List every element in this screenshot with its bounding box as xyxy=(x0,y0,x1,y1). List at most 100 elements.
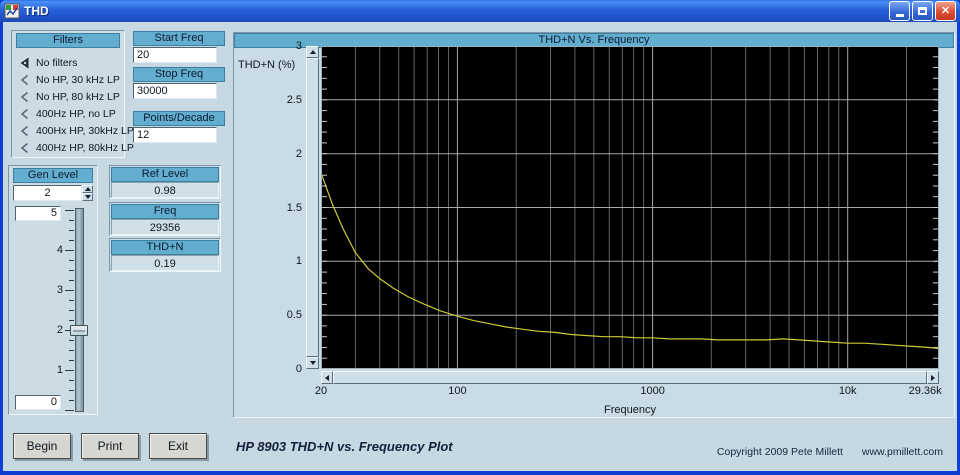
copyright-label: Copyright 2009 Pete Millett xyxy=(716,446,843,458)
print-button[interactable]: Print xyxy=(81,433,139,459)
filter-option-2[interactable]: No HP, 80 kHz LP xyxy=(19,89,120,105)
minimize-button[interactable] xyxy=(889,1,910,21)
x-tick-label: 10k xyxy=(838,385,857,397)
slider-tick xyxy=(69,230,74,231)
left-arrow-icon xyxy=(325,374,329,381)
y-tick-label: 0.5 xyxy=(286,309,302,322)
up-arrow-icon xyxy=(309,50,316,54)
slider-handle[interactable] xyxy=(70,325,88,336)
right-arrow-icon xyxy=(931,374,935,381)
website-link[interactable]: www.pmillett.com xyxy=(862,446,943,458)
slider-min-field[interactable]: 0 xyxy=(15,395,61,410)
slider-tick xyxy=(69,340,74,341)
plot-area xyxy=(321,46,939,369)
ref-level-value: 0.98 xyxy=(111,182,219,198)
slider-tick xyxy=(69,400,74,401)
ref-level-header: Ref Level xyxy=(111,167,219,182)
y-tick-label: 2 xyxy=(295,147,302,160)
plot-horizontal-scrollbar[interactable] xyxy=(321,371,939,384)
maximize-icon xyxy=(918,7,927,15)
scroll-left-button[interactable] xyxy=(321,371,333,384)
x-tick-label: 29.36k xyxy=(908,385,942,397)
slider-tick xyxy=(69,360,74,361)
exit-button[interactable]: Exit xyxy=(149,433,207,459)
slider-tick xyxy=(65,410,74,411)
scroll-up-button[interactable] xyxy=(306,46,319,58)
filter-option-1[interactable]: No HP, 30 kHz LP xyxy=(19,72,120,88)
filter-option-0[interactable]: No filters xyxy=(19,55,77,71)
x-tick-label: 1000 xyxy=(640,385,665,397)
window-content: Filters No filters No HP, 30 kHz LP No HP,… xyxy=(3,22,957,471)
freq-indicator: Freq 29356 xyxy=(109,202,221,236)
down-arrow-icon xyxy=(84,195,91,199)
slider-tick xyxy=(69,390,74,391)
filter-option-label: 400Hz HP, no LP xyxy=(36,108,116,120)
begin-button[interactable]: Begin xyxy=(13,433,71,459)
slider-tick xyxy=(65,250,74,251)
filters-panel: Filters No filters No HP, 30 kHz LP No HP,… xyxy=(11,30,134,158)
plot-vertical-scrollbar[interactable] xyxy=(306,46,319,369)
slider-tick xyxy=(69,240,74,241)
thd-frequency-chart: THD+N Vs. Frequency THD+N (%) 0 0.5 1 1.5 2 2… xyxy=(233,32,955,418)
filter-option-label: No filters xyxy=(36,57,78,69)
slider-max-field[interactable]: 5 xyxy=(15,206,61,221)
slider-tick xyxy=(69,310,74,311)
freq-header: Freq xyxy=(111,204,219,219)
y-axis-label: THD+N (%) xyxy=(238,59,296,71)
y-tick-label: 1 xyxy=(295,255,302,268)
close-icon: ✕ xyxy=(940,5,951,17)
vertical-scroll-thumb[interactable] xyxy=(306,58,319,357)
start-freq-header: Start Freq xyxy=(133,31,225,46)
radio-selected-icon xyxy=(20,57,29,69)
slider-tick xyxy=(65,370,74,371)
ref-level-indicator: Ref Level 0.98 xyxy=(109,165,221,199)
stop-freq-input[interactable] xyxy=(133,83,217,99)
y-tick-label: 3 xyxy=(295,40,302,52)
maximize-button[interactable] xyxy=(912,1,933,21)
filter-option-label: No HP, 80 kHz LP xyxy=(36,91,120,103)
filter-option-5[interactable]: 400Hz HP, 80kHz LP xyxy=(19,140,134,156)
gen-level-increment-button[interactable] xyxy=(82,185,93,193)
slider-tick-label: 3 xyxy=(56,284,63,296)
slider-tick xyxy=(69,280,74,281)
title-bar[interactable]: THD ✕ xyxy=(0,0,960,22)
slider-tick xyxy=(65,290,74,291)
radio-unselected-icon xyxy=(20,108,29,120)
slider-tick-label: 1 xyxy=(56,364,63,376)
close-button[interactable]: ✕ xyxy=(935,1,956,21)
stop-freq-header: Stop Freq xyxy=(133,67,225,82)
points-decade-header: Points/Decade xyxy=(133,111,225,126)
radio-unselected-icon xyxy=(20,125,29,137)
slider-track[interactable] xyxy=(75,208,84,412)
x-tick-label: 20 xyxy=(314,385,328,397)
x-axis-label: Frequency xyxy=(604,404,656,416)
gen-level-decrement-button[interactable] xyxy=(82,193,93,201)
filters-header: Filters xyxy=(16,33,120,48)
y-tick-label: 1.5 xyxy=(286,201,302,214)
y-tick-label: 2.5 xyxy=(286,93,302,106)
slider-tick-label: 4 xyxy=(56,244,63,256)
slider-tick xyxy=(65,210,74,211)
slider-tick xyxy=(69,270,74,271)
slider-tick-label: 2 xyxy=(56,324,63,336)
up-arrow-icon xyxy=(84,187,91,191)
points-decade-input[interactable] xyxy=(133,127,217,143)
filter-option-4[interactable]: 400Hx HP, 30kHz LP xyxy=(19,123,134,139)
window-title: THD xyxy=(24,4,49,18)
gen-level-spinbox xyxy=(13,185,93,201)
scroll-right-button[interactable] xyxy=(927,371,939,384)
gen-level-input[interactable] xyxy=(13,185,82,201)
gen-level-header: Gen Level xyxy=(13,168,93,183)
start-freq-input[interactable] xyxy=(133,47,217,63)
scroll-down-button[interactable] xyxy=(306,357,319,369)
slider-tick xyxy=(69,260,74,261)
horizontal-scroll-thumb[interactable] xyxy=(333,371,927,384)
slider-tick xyxy=(69,380,74,381)
app-caption: HP 8903 THD+N vs. Frequency Plot xyxy=(236,439,453,454)
minimize-icon xyxy=(895,13,904,17)
app-icon xyxy=(4,3,20,19)
radio-unselected-icon xyxy=(20,91,29,103)
filter-option-3[interactable]: 400Hz HP, no LP xyxy=(19,106,116,122)
app-window: THD ✕ Filters No filters No HP, 30 kHz LP… xyxy=(0,0,960,475)
radio-unselected-icon xyxy=(20,74,29,86)
